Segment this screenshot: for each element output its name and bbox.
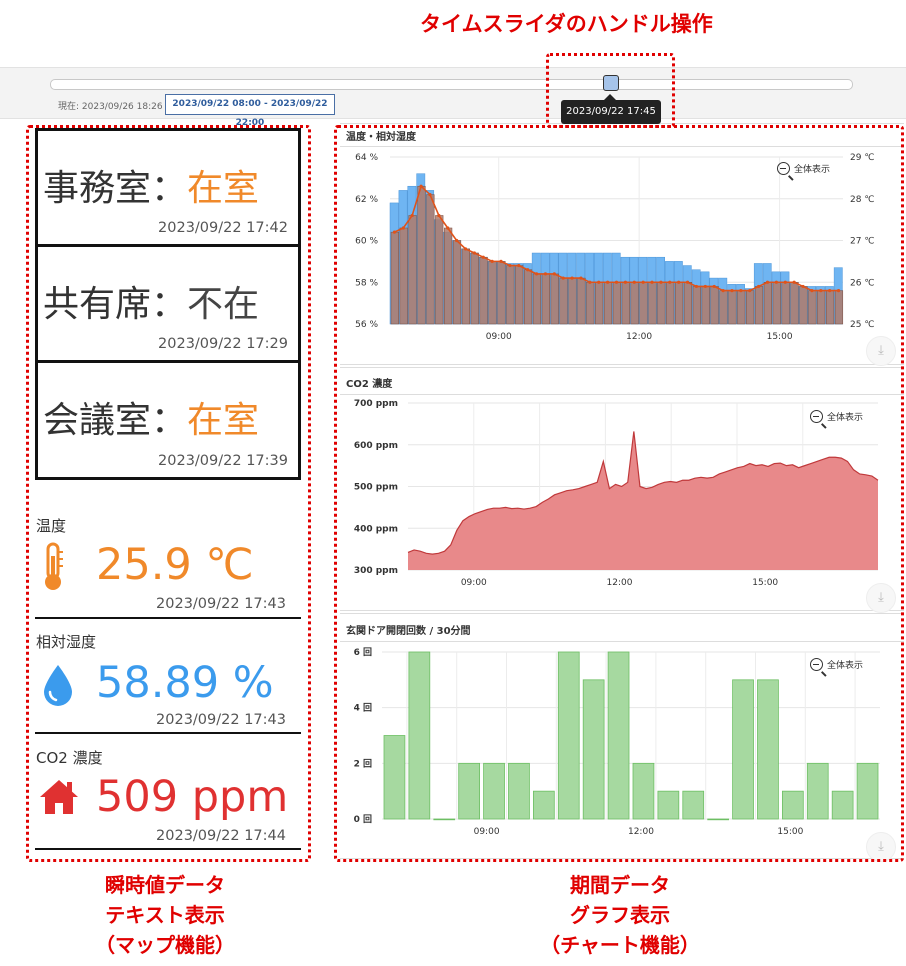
callout-period-data: 期間データ グラフ表示 （チャート機能） (455, 870, 785, 960)
callout-line: グラフ表示 (570, 903, 670, 927)
annotation-box-period-data (334, 125, 904, 862)
time-slider-track[interactable] (50, 79, 853, 90)
current-time-label: 現在: 2023/09/26 18:26 (58, 102, 163, 112)
dashboard-screenshot: タイムスライダのハンドル操作 現在: 2023/09/26 18:26 2023… (0, 0, 906, 966)
annotation-box-instant-data (26, 125, 311, 862)
date-range-button[interactable]: 2023/09/22 08:00 - 2023/09/22 22:00 (165, 94, 335, 128)
callout-instant-data: 瞬時値データ テキスト表示 （マップ機能） (20, 870, 310, 960)
callout-line: 期間データ (570, 873, 670, 897)
callout-line: （マップ機能） (95, 933, 235, 957)
handle-time-tooltip: 2023/09/22 17:45 (561, 100, 661, 124)
time-slider-bar: 現在: 2023/09/26 18:26 2023/09/22 08:00 - … (0, 67, 906, 128)
callout-time-slider: タイムスライダのハンドル操作 (420, 12, 713, 36)
callout-line: （チャート機能） (540, 933, 700, 957)
callout-line: 瞬時値データ (105, 873, 225, 897)
callout-line: テキスト表示 (105, 903, 225, 927)
